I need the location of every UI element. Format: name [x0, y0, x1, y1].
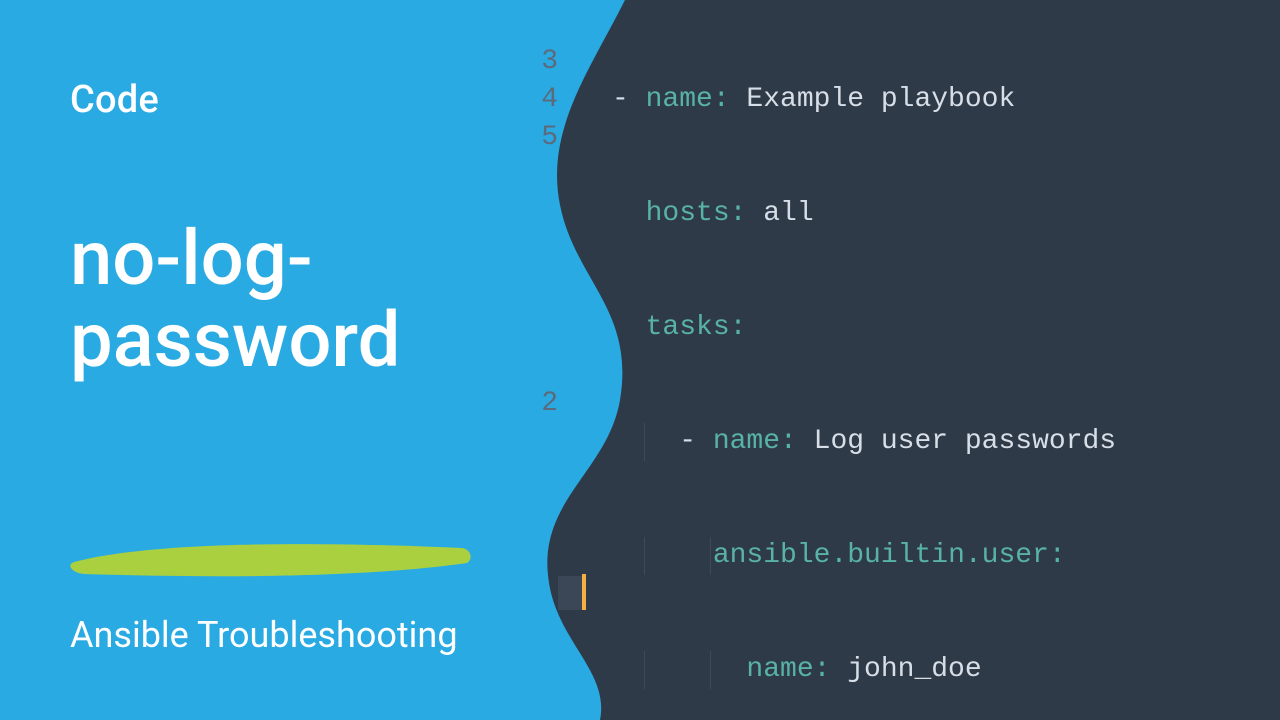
code-row: - name: Log user passwords — [612, 423, 1116, 461]
gutter-line — [522, 423, 558, 461]
gutter-line — [522, 233, 558, 271]
highlight-underline — [62, 530, 482, 585]
slide-root: Code no-log- password Ansible Troublesho… — [0, 0, 1280, 720]
gutter-line — [522, 5, 558, 43]
title-line1: no-log- — [70, 213, 313, 303]
yaml-key: name: — [646, 84, 730, 115]
yaml-key: name: — [713, 426, 797, 457]
editor-gutter: 3 4 5 2 — [522, 5, 558, 537]
code-row: tasks: — [612, 309, 1116, 347]
yaml-key: tasks: — [646, 312, 747, 343]
editor-caret — [582, 574, 586, 610]
gutter-line — [522, 499, 558, 537]
code-row: ansible.builtin.user: — [612, 537, 1116, 575]
yaml-key: name: — [746, 654, 830, 685]
left-column: Code no-log- password — [70, 78, 400, 381]
title-line2: password — [70, 295, 400, 385]
code-row: - name: Example playbook — [612, 81, 1116, 119]
gutter-line: 3 — [522, 43, 558, 81]
yaml-key: hosts: — [646, 198, 747, 229]
yaml-value: john_doe — [830, 654, 981, 685]
yaml-key: ansible.builtin.user: — [713, 540, 1066, 571]
gutter-line: 4 — [522, 81, 558, 119]
kicker-text: Code — [70, 78, 400, 122]
yaml-dash: - — [612, 84, 646, 115]
main-title: no-log- password — [70, 217, 400, 381]
yaml-value: all — [746, 198, 813, 229]
gutter-line — [522, 347, 558, 385]
gutter-line — [522, 271, 558, 309]
gutter-line — [522, 157, 558, 195]
subtitle-text: Ansible Troubleshooting — [70, 614, 458, 656]
gutter-line — [522, 195, 558, 233]
yaml-value: Example playbook — [730, 84, 1016, 115]
cursor-selection-block — [558, 576, 582, 610]
yaml-value: Log user passwords — [797, 426, 1116, 457]
gutter-line: 5 — [522, 119, 558, 157]
editor-code: - name: Example playbook hosts: all task… — [612, 5, 1116, 720]
code-row: name: john_doe — [612, 651, 1116, 689]
code-row: hosts: all — [612, 195, 1116, 233]
gutter-line — [522, 309, 558, 347]
gutter-line — [522, 461, 558, 499]
yaml-dash: - — [679, 426, 713, 457]
gutter-line: 2 — [522, 385, 558, 423]
